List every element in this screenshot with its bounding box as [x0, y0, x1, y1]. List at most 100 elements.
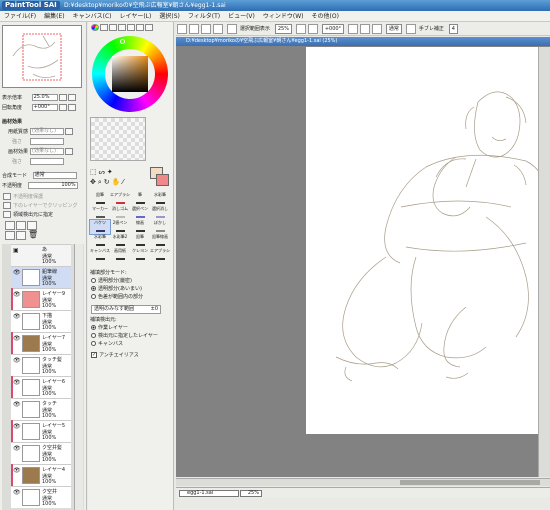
view-mode-select[interactable]: 通常 [385, 24, 402, 34]
menu-select[interactable]: 選択(S) [155, 11, 184, 22]
layer-item[interactable]: 👁 タッチ髪 通常 100% [11, 354, 71, 376]
eye-icon[interactable]: 👁 [13, 357, 21, 364]
eye-icon[interactable]: 👁 [13, 445, 21, 452]
zoom-out-mini-button[interactable] [58, 94, 67, 101]
paper-texture-button[interactable] [65, 128, 73, 135]
trash-icon[interactable]: 🗑 [28, 230, 38, 239]
layer-item[interactable]: 👁 タッチ 通常 100% [11, 398, 71, 420]
secondary-color-swatch[interactable] [156, 174, 169, 186]
clip-checkbox[interactable] [3, 202, 11, 209]
new-layer-button[interactable] [5, 221, 15, 230]
eye-icon[interactable]: 👁 [13, 313, 21, 320]
hsv-slider-tab[interactable] [109, 24, 117, 31]
tool-eraser[interactable]: 消しゴム [110, 206, 130, 220]
tool-select-pen[interactable]: 選択ペン [130, 206, 150, 220]
eye-icon[interactable]: 👁 [13, 401, 21, 408]
source-option[interactable]: キャンバス [91, 341, 123, 348]
eye-icon[interactable]: 👁 [13, 379, 21, 386]
vertical-scrollbar[interactable] [538, 47, 550, 477]
layer-item[interactable]: 👁 下描 通常 100% [11, 310, 71, 332]
eye-icon[interactable]: 👁 [13, 291, 21, 298]
fill-mode-option[interactable]: 色差が範囲内の部分 [91, 294, 143, 301]
flip-button[interactable] [405, 24, 416, 34]
menu-other[interactable]: その他(O) [308, 11, 343, 22]
invert-button[interactable] [213, 24, 223, 34]
swatch-tab[interactable] [127, 24, 135, 31]
layer-scrollbar[interactable] [74, 244, 83, 510]
eye-icon[interactable]: 👁 [13, 269, 21, 276]
brush-strength-field[interactable] [30, 158, 64, 165]
layer-item[interactable]: 👁 ク空井髪 通常 100% [11, 442, 71, 464]
paper-strength-field[interactable] [30, 138, 64, 145]
zoom-value[interactable]: 25.0% [31, 94, 58, 101]
eye-icon[interactable]: 👁 [13, 489, 21, 496]
menu-edit[interactable]: 編集(E) [40, 11, 68, 22]
horizontal-scrollbar[interactable] [176, 478, 550, 486]
opacity-slider[interactable]: 100% [27, 182, 78, 189]
lasso-icon[interactable]: ᔕ [99, 168, 107, 176]
tool-pencil[interactable]: 鉛筆 [90, 192, 110, 206]
rgb-slider-tab[interactable] [100, 24, 108, 31]
rotate-cw-mini-button[interactable] [67, 104, 76, 111]
blend-mode-select[interactable]: 通常 [32, 172, 77, 179]
angle-select[interactable]: +000° [321, 24, 345, 34]
layer-folder[interactable]: ▣ あ 通常 100% [11, 244, 71, 266]
color-wheel[interactable] [92, 36, 168, 112]
selection-show-checkbox[interactable] [226, 24, 237, 34]
settings-tab[interactable] [145, 24, 153, 31]
brush-texture-button[interactable] [65, 148, 73, 155]
color-wheel-tab[interactable] [91, 24, 99, 31]
color-square[interactable] [112, 56, 148, 92]
stabilizer-select[interactable]: 4 [448, 24, 458, 34]
tool-airbrush-b[interactable]: エアブラシ [150, 248, 170, 262]
protect-opacity-checkbox[interactable] [3, 193, 11, 200]
reset-rotation-button[interactable] [371, 24, 382, 34]
zoom-in-button[interactable] [295, 24, 306, 34]
tool-pencil-lineart[interactable]: 鉛筆線画 [150, 234, 170, 248]
brush-texture-select[interactable]: (効果なし) [30, 148, 64, 155]
deselect-button[interactable] [201, 24, 211, 34]
scratchpad-tab[interactable] [136, 24, 144, 31]
rect-select-icon[interactable]: ⬚ [90, 168, 99, 176]
rotate-tool-icon[interactable]: ↻ [104, 178, 112, 186]
menu-filter[interactable]: フィルタ(T) [184, 11, 224, 22]
tool-crayon[interactable]: クレヨン [130, 248, 150, 262]
tool-brush[interactable]: 筆 [130, 192, 150, 206]
layer-item[interactable]: 👁 レイヤー7 通常 100% [11, 332, 71, 354]
eye-icon[interactable]: 👁 [13, 423, 21, 430]
paper-texture-select[interactable]: (効果なし) [30, 128, 64, 135]
merge-down-button[interactable] [5, 231, 15, 240]
magic-wand-icon[interactable]: ✦ [107, 168, 115, 176]
zoom-in-mini-button[interactable] [67, 94, 76, 101]
new-set-button[interactable] [16, 221, 26, 230]
fill-mode-option[interactable]: 透明部分(あいまい) [91, 286, 142, 293]
zoom-out-button[interactable] [307, 24, 318, 34]
redo-button[interactable] [189, 24, 199, 34]
layer-item[interactable]: 👁 レイヤー4 通常 100% [11, 464, 71, 486]
file-tab[interactable]: egg1-1.sai [179, 490, 239, 497]
hue-marker[interactable] [120, 39, 125, 44]
rotate-left-button[interactable] [347, 24, 358, 34]
clear-layer-button[interactable] [16, 231, 26, 240]
undo-button[interactable] [177, 24, 187, 34]
fill-mode-option[interactable]: 透明部分(厳密) [91, 278, 132, 285]
tool-watercolor-a[interactable]: 水彩筆 [90, 234, 110, 248]
tool-lineart[interactable]: 線画 [130, 220, 150, 234]
tool-marker[interactable]: マーカー [90, 206, 110, 220]
rotate-ccw-mini-button[interactable] [58, 104, 67, 111]
zoom-select[interactable]: 25% [274, 24, 292, 34]
menu-file[interactable]: ファイル(F) [0, 11, 40, 22]
source-option[interactable]: 作業レイヤー [91, 325, 128, 332]
eye-icon[interactable]: 👁 [13, 335, 21, 342]
rotate-right-button[interactable] [359, 24, 370, 34]
angle-value[interactable]: +000° [31, 104, 58, 111]
antialias-option[interactable]: ✓ アンチエイリアス [91, 352, 139, 360]
tool-watercolor[interactable]: 水彩筆 [150, 192, 170, 206]
eyedropper-icon[interactable]: ⁄ [122, 178, 125, 186]
navigator-preview[interactable] [2, 25, 82, 88]
tool-watercolor-b[interactable]: 水彩筆2 [110, 234, 130, 248]
tool-paper-brush[interactable]: 画用紙 [110, 248, 130, 262]
menu-layer[interactable]: レイヤー(L) [116, 11, 156, 22]
canvas-paper[interactable] [306, 47, 550, 434]
layer-item[interactable]: 👁 レイヤー5 通常 100% [11, 420, 71, 442]
